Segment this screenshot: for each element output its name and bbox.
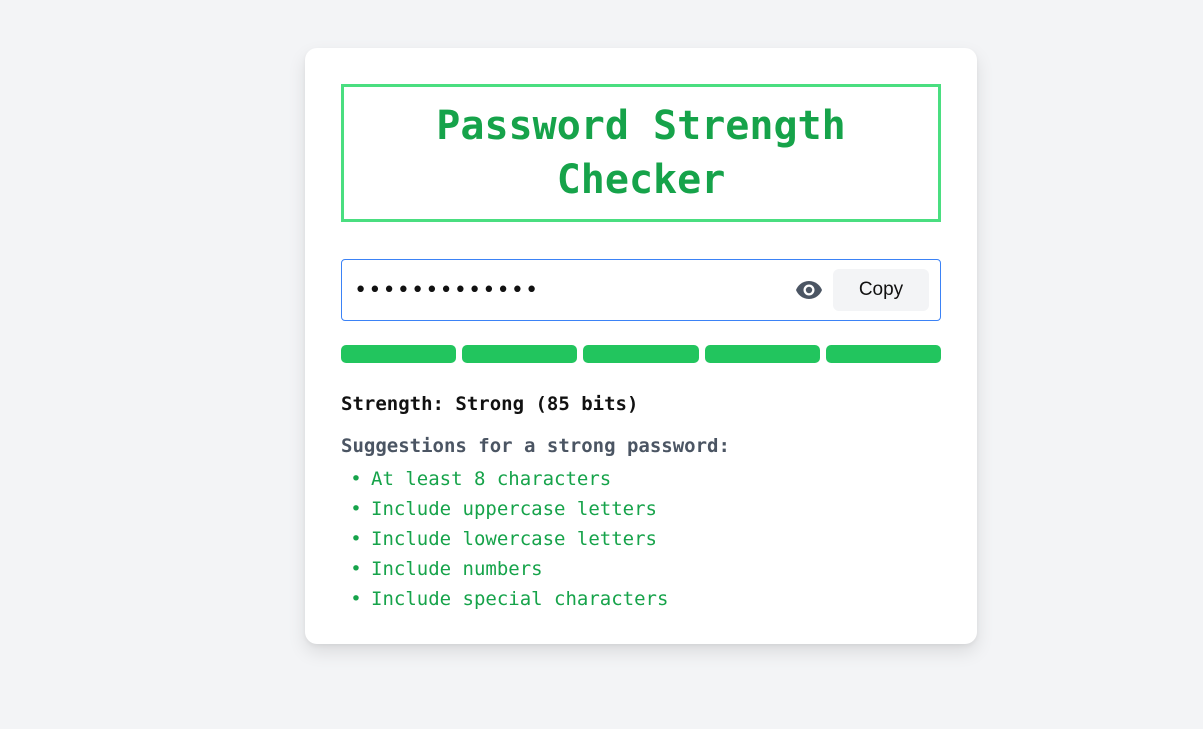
meter-segment bbox=[341, 345, 457, 363]
meter-segment bbox=[462, 345, 578, 363]
suggestions-heading: Suggestions for a strong password: bbox=[341, 435, 730, 457]
meter-segment bbox=[583, 345, 699, 363]
suggestion-text: Include lowercase letters bbox=[371, 528, 657, 550]
meter-segment bbox=[825, 345, 942, 363]
password-input[interactable] bbox=[354, 270, 793, 310]
suggestion-text: Include uppercase letters bbox=[371, 498, 657, 520]
suggestions-list: • At least 8 characters • Include uppercas… bbox=[341, 464, 941, 614]
password-checker-card: Password Strength Checker Copy Strength:… bbox=[305, 48, 977, 644]
strength-label: Strength: Strong (85 bits) bbox=[341, 393, 639, 415]
list-item: • Include numbers bbox=[341, 554, 941, 584]
title-box: Password Strength Checker bbox=[341, 84, 941, 222]
list-item: • At least 8 characters bbox=[341, 464, 941, 494]
suggestion-text: Include numbers bbox=[371, 558, 543, 580]
list-item: • Include lowercase letters bbox=[341, 524, 941, 554]
bullet-icon: • bbox=[350, 498, 362, 520]
bullet-icon: • bbox=[350, 528, 362, 550]
page-title: Password Strength Checker bbox=[436, 103, 846, 203]
suggestion-text: At least 8 characters bbox=[371, 468, 612, 490]
strength-meter bbox=[341, 345, 942, 363]
list-item: • Include special characters bbox=[341, 584, 941, 614]
bullet-icon: • bbox=[350, 558, 362, 580]
meter-segment bbox=[704, 345, 820, 363]
copy-button[interactable]: Copy bbox=[833, 269, 929, 311]
bullet-icon: • bbox=[350, 588, 362, 610]
suggestion-text: Include special characters bbox=[371, 588, 669, 610]
eye-icon[interactable] bbox=[793, 274, 825, 306]
password-field[interactable]: Copy bbox=[341, 259, 941, 321]
list-item: • Include uppercase letters bbox=[341, 494, 941, 524]
bullet-icon: • bbox=[350, 468, 362, 490]
